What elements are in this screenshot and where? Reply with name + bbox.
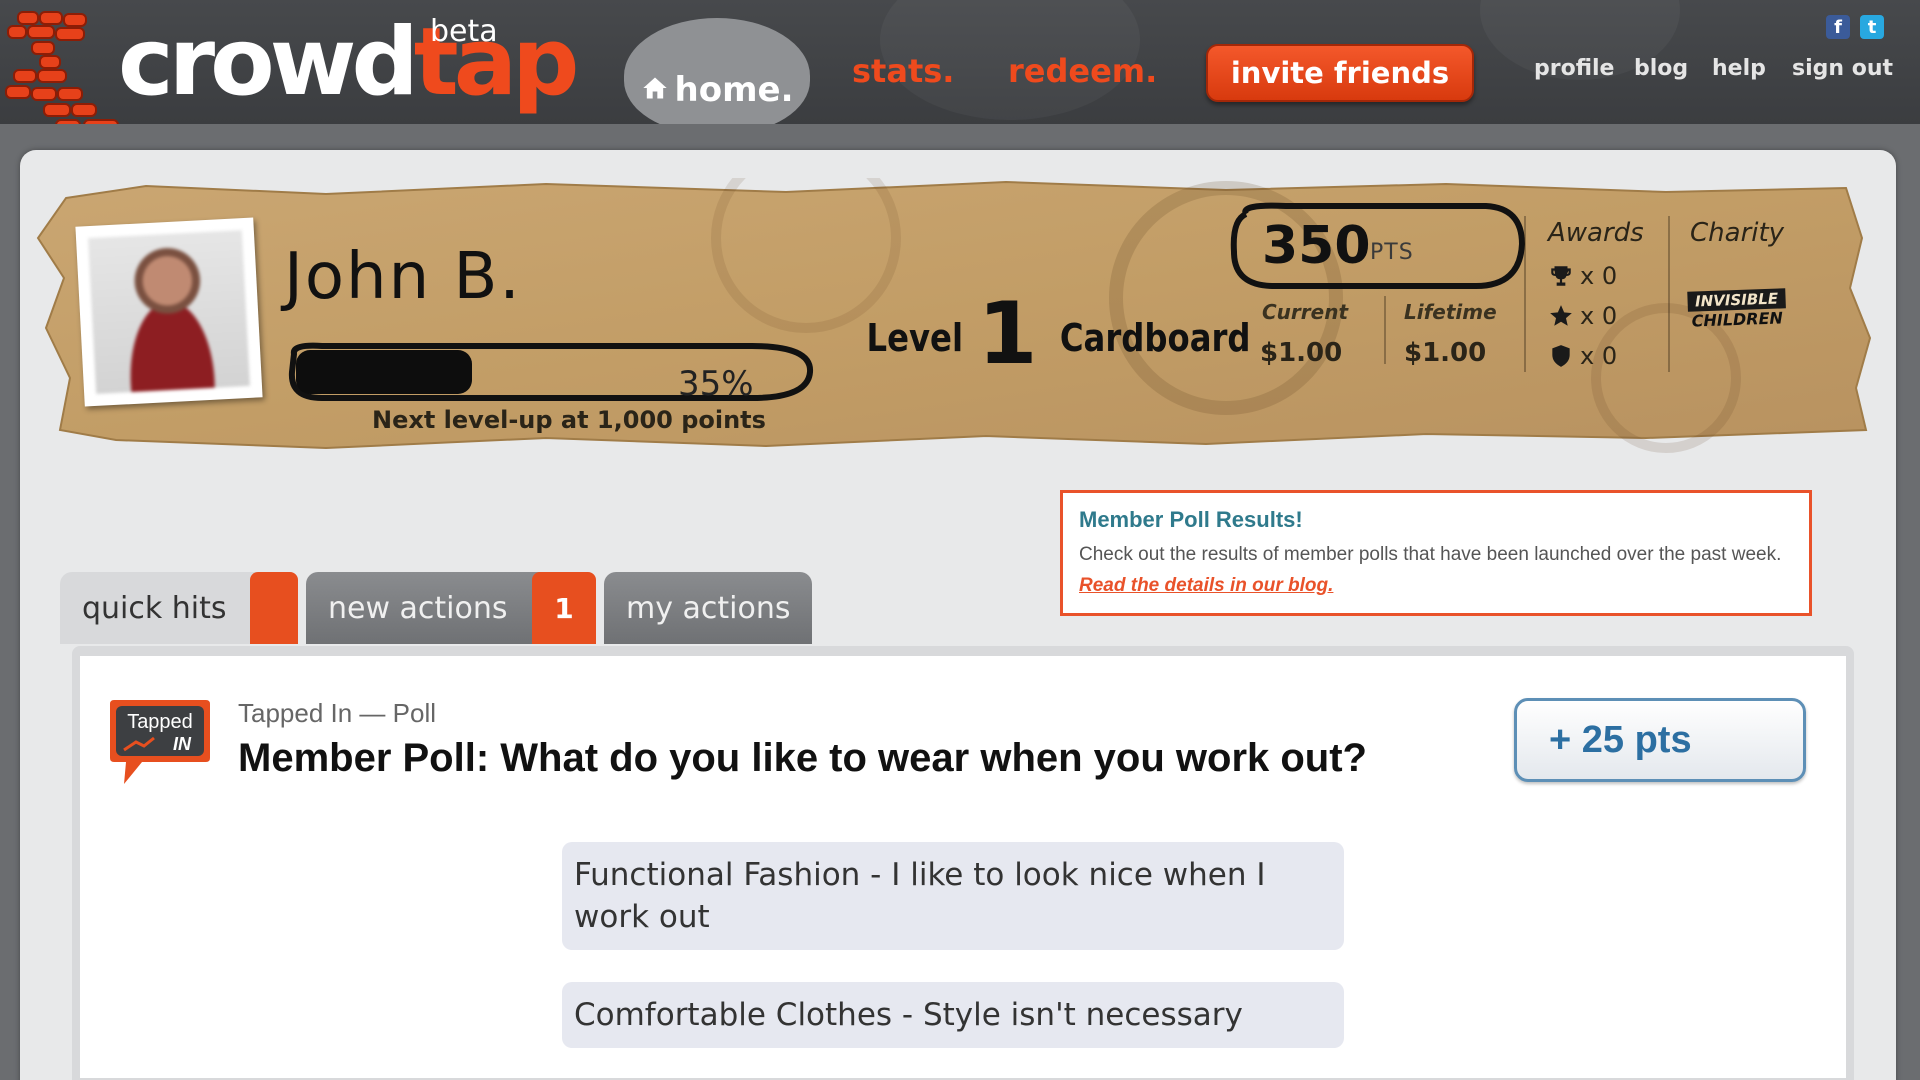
star-icon — [1550, 305, 1572, 326]
level-badge: Level 1 Cardboard — [858, 284, 1268, 384]
current-label: Current — [1262, 300, 1349, 324]
notice-body: Check out the results of member polls th… — [1079, 539, 1793, 601]
award-star: x 0 — [1548, 302, 1617, 330]
tab-quick-hits[interactable]: quick hits — [60, 572, 298, 644]
lifetime-label: Lifetime — [1404, 300, 1497, 324]
avatar[interactable] — [75, 217, 263, 407]
progress-fill — [296, 350, 472, 394]
points-unit: PTS — [1370, 240, 1414, 265]
crowdtap-logo-icon[interactable] — [4, 8, 124, 124]
nav-stats[interactable]: stats. — [852, 52, 954, 90]
nav-home-label: home. — [674, 70, 794, 110]
nav-home[interactable]: home. — [624, 18, 810, 124]
trophy-count: x 0 — [1580, 262, 1618, 290]
tab-new-actions[interactable]: new actions 1 — [306, 572, 596, 644]
top-navigation-bar: crowdtap beta home. stats. redeem. invit… — [0, 0, 1920, 124]
tapped-icon-text-2: IN — [173, 734, 192, 754]
notice-text: Check out the results of member polls th… — [1079, 544, 1782, 565]
level-number: 1 — [977, 284, 1038, 384]
shield-count: x 0 — [1580, 342, 1618, 370]
shield-icon — [1552, 345, 1570, 367]
poll-option-2[interactable]: Comfortable Clothes - Style isn't necess… — [562, 982, 1344, 1048]
divider — [1384, 296, 1386, 364]
facebook-icon[interactable]: f — [1826, 15, 1850, 39]
level-word: Level — [866, 316, 964, 360]
invite-friends-button[interactable]: invite friends — [1206, 44, 1474, 102]
current-value: $1.00 — [1260, 338, 1343, 368]
tapped-in-icon: Tapped IN — [110, 700, 210, 784]
level-name: Cardboard — [1060, 316, 1251, 360]
award-trophy: x 0 — [1548, 262, 1617, 290]
poll-results-notice: Member Poll Results! Check out the resul… — [1060, 490, 1812, 616]
tab-my-actions[interactable]: my actions — [604, 572, 812, 644]
star-count: x 0 — [1580, 302, 1618, 330]
action-category: Tapped In — Poll — [238, 698, 437, 728]
tapped-icon-text-1: Tapped — [127, 711, 193, 733]
divider — [1524, 216, 1526, 372]
charity-logo[interactable]: INVISIBLE CHILDREN — [1687, 288, 1786, 335]
tab-label: quick hits — [82, 590, 227, 626]
award-shield: x 0 — [1548, 342, 1617, 370]
new-actions-count-badge: 1 — [532, 572, 596, 644]
progress-percent: 35% — [678, 364, 754, 404]
next-level-text: Next level-up at 1,000 points — [372, 406, 766, 434]
help-link[interactable]: help — [1712, 56, 1766, 81]
profile-link[interactable]: profile — [1534, 56, 1614, 81]
beta-label: beta — [430, 14, 498, 49]
lifetime-value: $1.00 — [1404, 338, 1487, 368]
sign-out-link[interactable]: sign out — [1792, 56, 1893, 81]
home-icon — [642, 77, 667, 99]
points-total: 350 — [1262, 216, 1371, 276]
tab-label: my actions — [626, 590, 791, 626]
trophy-icon — [1551, 266, 1571, 286]
twitter-icon[interactable]: t — [1860, 15, 1884, 39]
earn-points-button[interactable]: + 25 pts — [1514, 698, 1806, 782]
poll-question-title[interactable]: Member Poll: What do you like to wear wh… — [238, 736, 1367, 781]
logo-crowd-text: crowd — [118, 8, 419, 117]
tab-badge — [250, 572, 298, 644]
nav-redeem[interactable]: redeem. — [1008, 52, 1157, 90]
notice-blog-link[interactable]: Read the details in our blog. — [1079, 575, 1333, 596]
tab-label: new actions — [328, 590, 508, 626]
blog-link[interactable]: blog — [1634, 56, 1688, 81]
crowdtap-logo[interactable]: crowdtap — [118, 8, 579, 118]
charity-logo-line2: CHILDREN — [1691, 308, 1784, 331]
user-name: John B. — [284, 240, 522, 314]
notice-title: Member Poll Results! — [1079, 507, 1303, 532]
poll-option-1[interactable]: Functional Fashion - I like to look nice… — [562, 842, 1344, 950]
charity-label: Charity — [1690, 218, 1785, 248]
avatar-image — [88, 230, 250, 394]
awards-label: Awards — [1548, 218, 1644, 248]
divider — [1668, 216, 1670, 372]
